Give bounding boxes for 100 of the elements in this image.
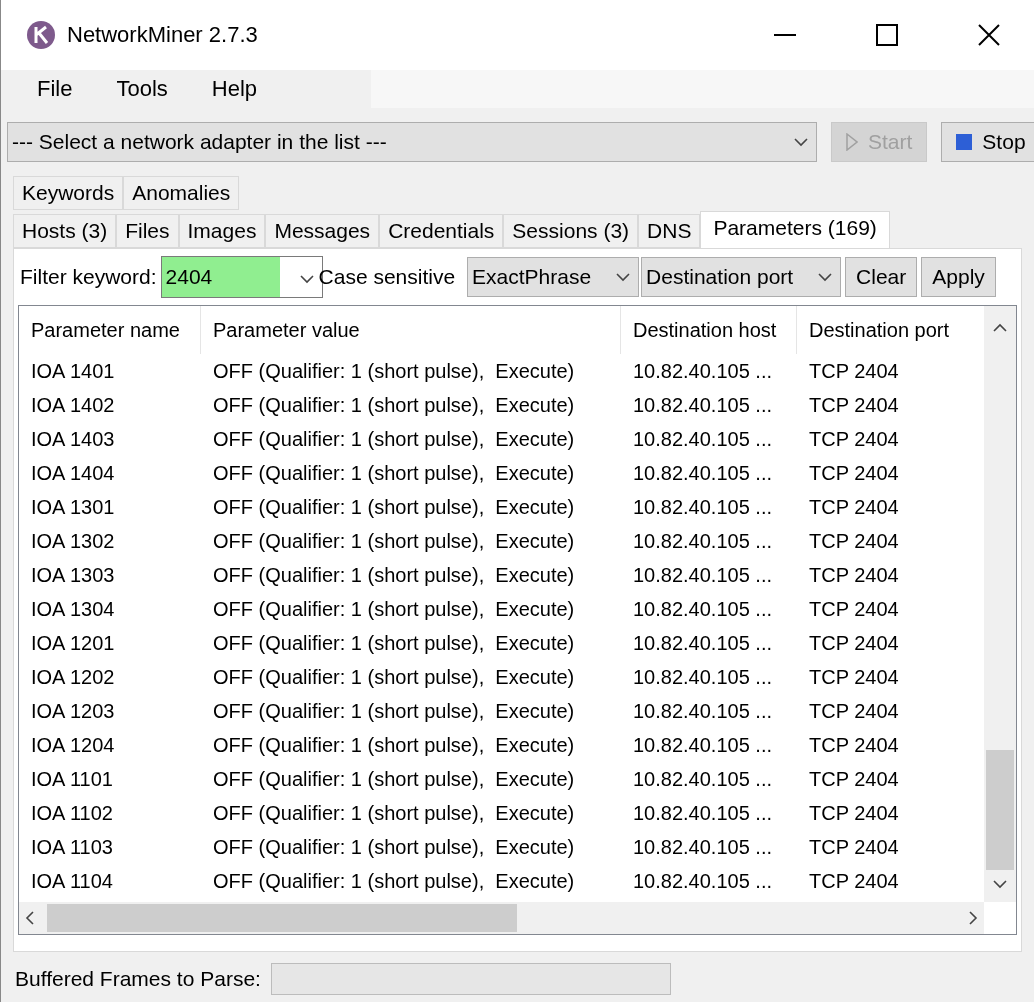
table-cell-text: TCP 2404	[808, 801, 900, 825]
table-cell-text: TCP 2404	[808, 563, 900, 587]
tab[interactable]: Sessions (3)	[503, 214, 639, 248]
chevron-down-icon	[616, 272, 631, 282]
scroll-up-icon	[993, 323, 1007, 333]
menu-item[interactable]: Tools	[94, 76, 190, 102]
table-cell-text: TCP 2404	[808, 665, 900, 689]
table-cell-text: TCP 2404	[808, 767, 900, 791]
chevron-down-icon	[818, 272, 833, 282]
table-cell-text: 10.82.40.105 ...	[632, 869, 773, 893]
stop-icon	[956, 134, 973, 150]
table-cell-text: OFF (Qualifier: 1 (short pulse), Execute)	[212, 733, 576, 757]
table-cell-text: 10.82.40.105 ...	[632, 359, 773, 383]
column-header[interactable]: Destination host	[621, 306, 797, 354]
tab[interactable]: Parameters (169)	[700, 211, 890, 248]
table-cell-text: 10.82.40.105 ...	[632, 495, 773, 519]
scrollbar-thumb[interactable]	[47, 904, 517, 932]
table-cell-text: IOA 1301	[30, 495, 116, 519]
table-cell-text: TCP 2404	[808, 835, 900, 859]
table-cell-text: IOA 1101	[30, 767, 114, 791]
table-cell-text: 10.82.40.105 ...	[632, 631, 773, 655]
table-cell-text: IOA 1404	[30, 461, 116, 485]
table-cell-text: IOA 1104	[30, 869, 114, 893]
table-cell-text: TCP 2404	[808, 393, 900, 417]
table-cell-text: OFF (Qualifier: 1 (short pulse), Execute)	[212, 563, 576, 587]
menu-item[interactable]: File	[15, 76, 95, 102]
chevron-down-icon	[794, 137, 808, 147]
status-label: Buffered Frames to Parse:	[15, 967, 261, 991]
table-cell-text: 10.82.40.105 ...	[632, 563, 773, 587]
chevron-down-icon	[299, 274, 314, 284]
tab[interactable]: Credentials	[379, 214, 504, 248]
scroll-left-icon	[25, 911, 35, 925]
table-cell-text: IOA 1401	[30, 359, 116, 383]
match-mode-dropdown[interactable]: ExactPhrase	[467, 257, 640, 297]
table-cell-text: IOA 1103	[30, 835, 114, 859]
apply-button[interactable]: Apply	[921, 257, 996, 297]
column-header[interactable]: Parameter name	[19, 306, 201, 354]
table-cell-text: 10.82.40.105 ...	[632, 427, 773, 451]
table-cell-text: IOA 1304	[30, 597, 116, 621]
window-title: NetworkMiner 2.7.3	[67, 22, 259, 48]
filter-column-dropdown[interactable]: Destination port	[641, 257, 842, 297]
scroll-down-icon	[993, 879, 1007, 889]
table-cell-text: IOA 1204	[30, 733, 116, 757]
table-cell-text: OFF (Qualifier: 1 (short pulse), Execute)	[212, 461, 576, 485]
table-cell-text: TCP 2404	[808, 529, 900, 553]
table-cell-text: OFF (Qualifier: 1 (short pulse), Execute)	[212, 767, 576, 791]
horizontal-scrollbar[interactable]	[19, 902, 984, 934]
table-cell-text: OFF (Qualifier: 1 (short pulse), Execute)	[212, 801, 576, 825]
table-cell-text: 10.82.40.105 ...	[632, 665, 773, 689]
table-cell-text: OFF (Qualifier: 1 (short pulse), Execute)	[212, 597, 576, 621]
table-cell-text: OFF (Qualifier: 1 (short pulse), Execute)	[212, 631, 576, 655]
stop-button[interactable]: Stop	[941, 122, 1034, 162]
adapter-dropdown[interactable]: --- Select a network adapter in the list ---	[7, 122, 817, 162]
table-cell-text: OFF (Qualifier: 1 (short pulse), Execute)	[212, 393, 576, 417]
table-cell-text: IOA 1302	[30, 529, 116, 553]
menu-item[interactable]: Help	[189, 76, 280, 102]
table-cell-text: TCP 2404	[808, 461, 900, 485]
tab[interactable]: Hosts (3)	[13, 214, 117, 248]
table-cell-text: 10.82.40.105 ...	[632, 699, 773, 723]
table-cell-text: TCP 2404	[808, 869, 900, 893]
table-cell-text: 10.82.40.105 ...	[632, 733, 773, 757]
tab[interactable]: Anomalies	[123, 176, 240, 210]
filter-label: Filter keyword:	[20, 265, 157, 289]
table-cell-text: 10.82.40.105 ...	[632, 835, 773, 859]
table-cell-text: 10.82.40.105 ...	[632, 597, 773, 621]
table-cell-text: TCP 2404	[808, 427, 900, 451]
clear-button[interactable]: Clear	[845, 257, 918, 297]
table-cell-text: IOA 1102	[30, 801, 114, 825]
column-header[interactable]: Parameter value	[201, 306, 621, 354]
table-cell-text: OFF (Qualifier: 1 (short pulse), Execute)	[212, 869, 576, 893]
table-cell-text: 10.82.40.105 ...	[632, 801, 773, 825]
tab[interactable]: Images	[178, 214, 266, 248]
tab[interactable]: DNS	[638, 214, 701, 248]
scrollbar-thumb[interactable]	[986, 750, 1014, 870]
table-cell-text: IOA 1202	[30, 665, 116, 689]
tab[interactable]: Keywords	[13, 176, 124, 210]
table-cell-text: TCP 2404	[808, 597, 900, 621]
tab[interactable]: Files	[116, 214, 179, 248]
table-cell-text: OFF (Qualifier: 1 (short pulse), Execute)	[212, 699, 576, 723]
table-cell-text: TCP 2404	[808, 631, 900, 655]
table-cell-text: OFF (Qualifier: 1 (short pulse), Execute)	[212, 665, 576, 689]
app-logo-icon	[27, 21, 55, 49]
table-cell-text: OFF (Qualifier: 1 (short pulse), Execute)	[212, 359, 576, 383]
table-cell-text: 10.82.40.105 ...	[632, 461, 773, 485]
table-cell-text: IOA 1203	[30, 699, 116, 723]
table-cell-text: TCP 2404	[808, 699, 900, 723]
table-cell-text: IOA 1201	[30, 631, 116, 655]
table-cell-text: OFF (Qualifier: 1 (short pulse), Execute)	[212, 529, 576, 553]
table-cell-text: TCP 2404	[808, 359, 900, 383]
table-cell-text: OFF (Qualifier: 1 (short pulse), Execute)	[212, 427, 576, 451]
table-cell-text: 10.82.40.105 ...	[632, 529, 773, 553]
table-cell-text: TCP 2404	[808, 733, 900, 757]
table-cell-text: IOA 1402	[30, 393, 116, 417]
table-cell-text: 10.82.40.105 ...	[632, 393, 773, 417]
vertical-scrollbar[interactable]	[984, 306, 1016, 902]
table-cell-text: OFF (Qualifier: 1 (short pulse), Execute)	[212, 835, 576, 859]
play-icon	[846, 133, 858, 151]
scroll-right-icon	[968, 911, 978, 925]
tab[interactable]: Messages	[265, 214, 380, 248]
table-cell-text: IOA 1403	[30, 427, 116, 451]
